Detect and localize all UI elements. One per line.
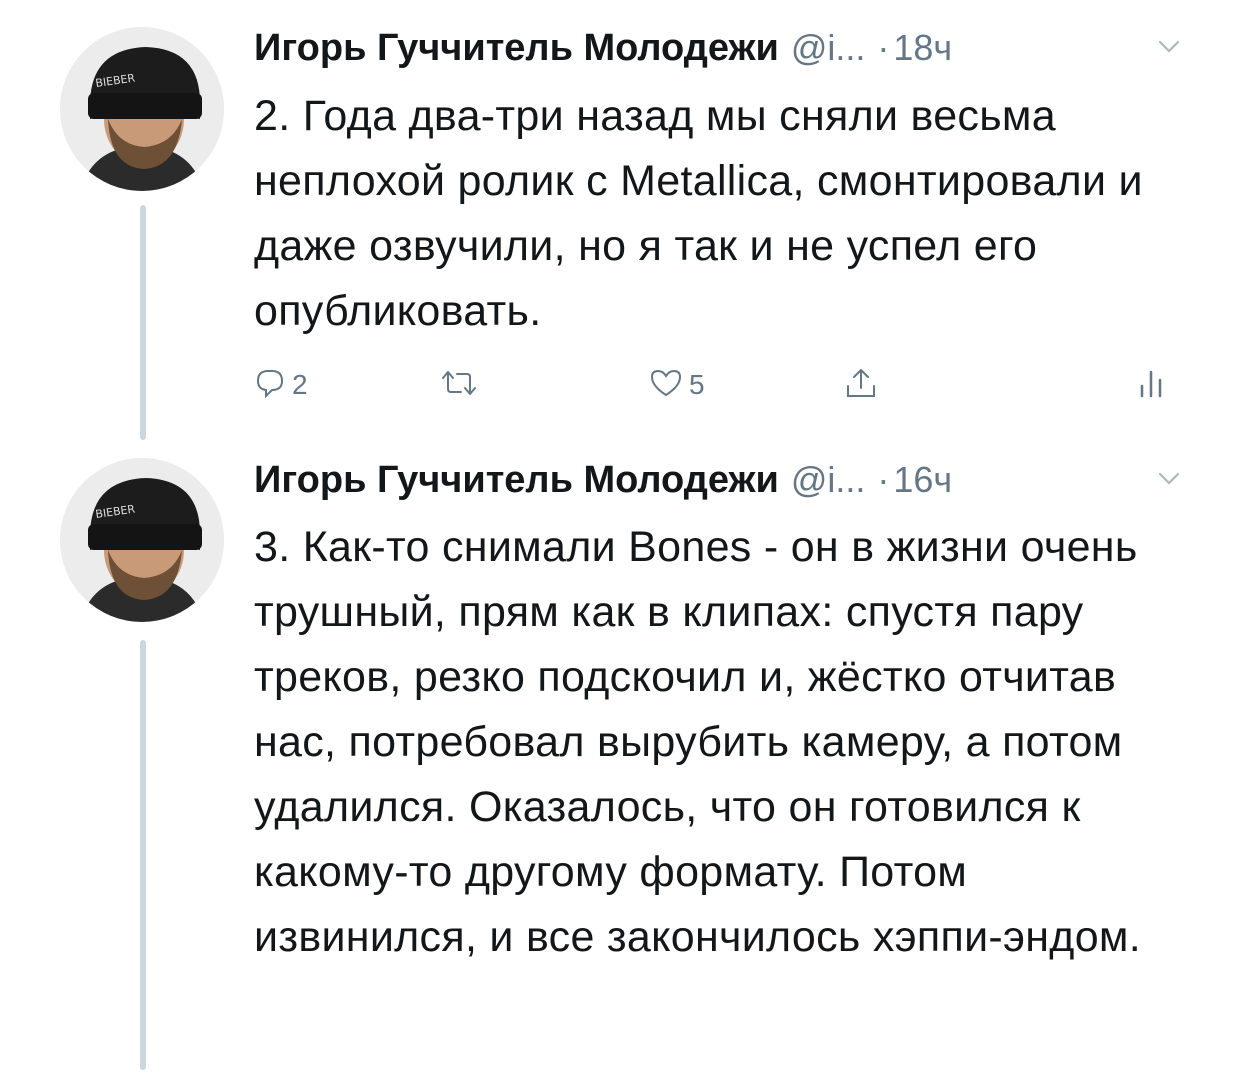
chevron-down-icon[interactable]	[1157, 35, 1181, 59]
author-handle[interactable]: @i...	[791, 459, 866, 501]
share-button[interactable]	[844, 360, 878, 410]
tweet-timestamp[interactable]: 18ч	[893, 27, 952, 69]
share-icon	[844, 366, 878, 405]
tweet[interactable]: BIEBER Игорь Гуччитель Молодежи @i... · …	[0, 450, 1241, 1077]
reply-count: 2	[292, 369, 308, 400]
tweet[interactable]: BIEBER Игорь Гуччитель Молодежи @i... · …	[0, 0, 1241, 450]
reply-button[interactable]: 2	[254, 360, 308, 410]
author-name[interactable]: Игорь Гуччитель Молодежи	[254, 459, 779, 502]
like-icon	[649, 367, 683, 404]
avatar[interactable]: BIEBER	[60, 458, 224, 622]
like-button[interactable]: 5	[649, 360, 705, 410]
analytics-button[interactable]	[1136, 360, 1166, 410]
chevron-down-icon[interactable]	[1157, 467, 1181, 491]
author-name[interactable]: Игорь Гуччитель Молодежи	[254, 27, 779, 70]
analytics-icon	[1136, 366, 1166, 405]
tweet-text: 2. Года два-три назад мы сняли весьма не…	[254, 92, 1143, 335]
retweet-icon	[439, 367, 479, 404]
retweet-button[interactable]	[439, 360, 485, 410]
thread-connector-line	[140, 640, 146, 1070]
separator-dot: ·	[877, 459, 890, 500]
like-count: 5	[689, 369, 705, 400]
avatar[interactable]: BIEBER	[60, 27, 224, 191]
tweet-actions: 2 5	[254, 360, 1184, 410]
tweet-header: Игорь Гуччитель Молодежи @i... · 18ч	[254, 23, 1181, 73]
separator-dot: ·	[877, 27, 890, 68]
tweet-text: 3. Как-то снимали Bones - он в жизни оче…	[254, 523, 1142, 961]
reply-icon	[254, 367, 286, 404]
author-handle[interactable]: @i...	[791, 27, 866, 69]
tweet-timestamp[interactable]: 16ч	[893, 459, 952, 501]
avatar-image: BIEBER	[60, 27, 224, 191]
avatar-image: BIEBER	[60, 458, 224, 622]
tweet-header: Игорь Гуччитель Молодежи @i... · 16ч	[254, 455, 1181, 505]
thread-connector-line	[140, 205, 146, 440]
